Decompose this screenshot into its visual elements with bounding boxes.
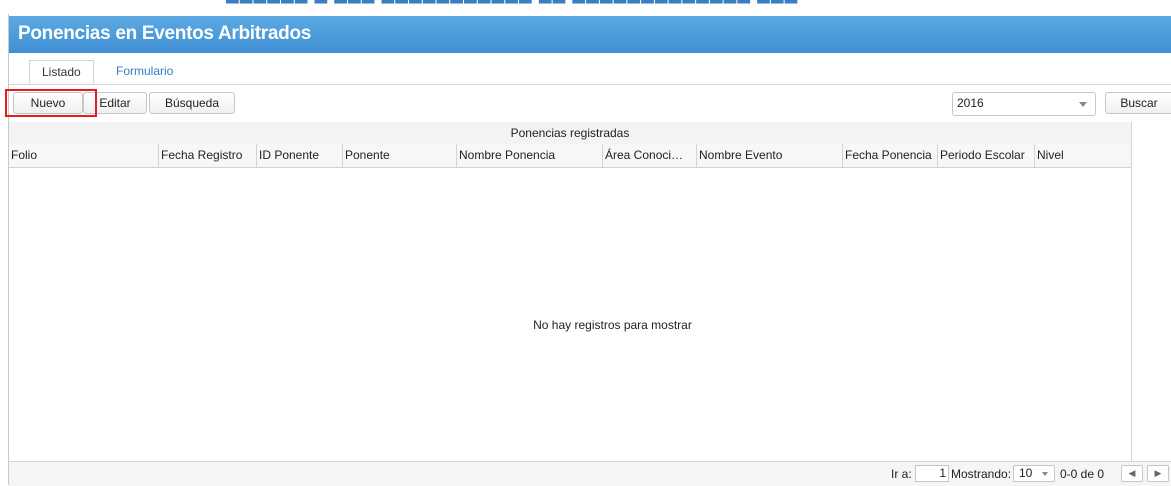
grid-header: Folio Fecha Registro ID Ponente Ponente … — [9, 144, 1131, 168]
column-header-nombre-ponencia[interactable]: Nombre Ponencia — [457, 144, 603, 167]
prev-page-button[interactable]: ◀ — [1121, 465, 1143, 482]
page-size-select[interactable]: 10 — [1013, 465, 1055, 482]
grid-caption: Ponencias registradas — [9, 122, 1131, 145]
nuevo-button[interactable]: Nuevo — [13, 92, 83, 114]
column-header-id-ponente[interactable]: ID Ponente — [257, 144, 343, 167]
column-header-nivel[interactable]: Nivel — [1035, 144, 1131, 167]
column-header-fecha-registro[interactable]: Fecha Registro — [159, 144, 257, 167]
column-header-area-conocimiento[interactable]: Área Conoci… — [603, 144, 697, 167]
chevron-left-icon: ◀ — [1128, 468, 1136, 478]
editar-button[interactable]: Editar — [83, 92, 147, 114]
buscar-button[interactable]: Buscar — [1105, 92, 1171, 114]
busqueda-button[interactable]: Búsqueda — [149, 92, 235, 114]
chevron-right-icon: ▶ — [1154, 468, 1162, 478]
column-header-ponente[interactable]: Ponente — [343, 144, 457, 167]
toolbar: Nuevo Editar Búsqueda 2016 Buscar — [5, 86, 1171, 122]
record-range: 0-0 de 0 — [1060, 467, 1105, 481]
chevron-down-icon — [1079, 102, 1087, 107]
top-banner-fragment: ▀▀▀▀▀▀ ▀ ▀▀▀ ▀▀▀▀▀▀▀▀▀▀▀ ▀▀ ▀▀▀▀▀▀▀▀▀▀▀▀… — [226, 0, 799, 13]
tab-bar: Listado Formulario — [9, 54, 1171, 85]
page-number-input[interactable]: 1 — [915, 465, 949, 482]
section-header: Ponencias en Eventos Arbitrados — [9, 16, 1171, 53]
page-size-value: 10 — [1019, 466, 1033, 480]
column-header-periodo-escolar[interactable]: Periodo Escolar — [938, 144, 1035, 167]
page-title: Ponencias en Eventos Arbitrados — [18, 23, 312, 44]
year-select[interactable]: 2016 — [952, 92, 1096, 116]
data-grid: Ponencias registradas Folio Fecha Regist… — [9, 122, 1132, 471]
goto-label: Ir a: — [891, 467, 912, 481]
empty-message: No hay registros para mostrar — [533, 318, 692, 332]
column-header-fecha-ponencia[interactable]: Fecha Ponencia — [843, 144, 938, 167]
tab-listado[interactable]: Listado — [29, 60, 94, 84]
year-select-value: 2016 — [957, 96, 984, 110]
tab-formulario[interactable]: Formulario — [104, 60, 185, 84]
pager: Ir a: 1 Mostrando: 10 0-0 de 0 ◀ ▶ — [9, 461, 1171, 486]
column-header-nombre-evento[interactable]: Nombre Evento — [697, 144, 843, 167]
showing-label: Mostrando: — [951, 467, 1012, 481]
next-page-button[interactable]: ▶ — [1147, 465, 1169, 482]
column-header-folio[interactable]: Folio — [9, 144, 159, 167]
chevron-down-icon — [1042, 472, 1048, 476]
main-panel: Ponencias en Eventos Arbitrados Listado … — [5, 14, 1171, 486]
